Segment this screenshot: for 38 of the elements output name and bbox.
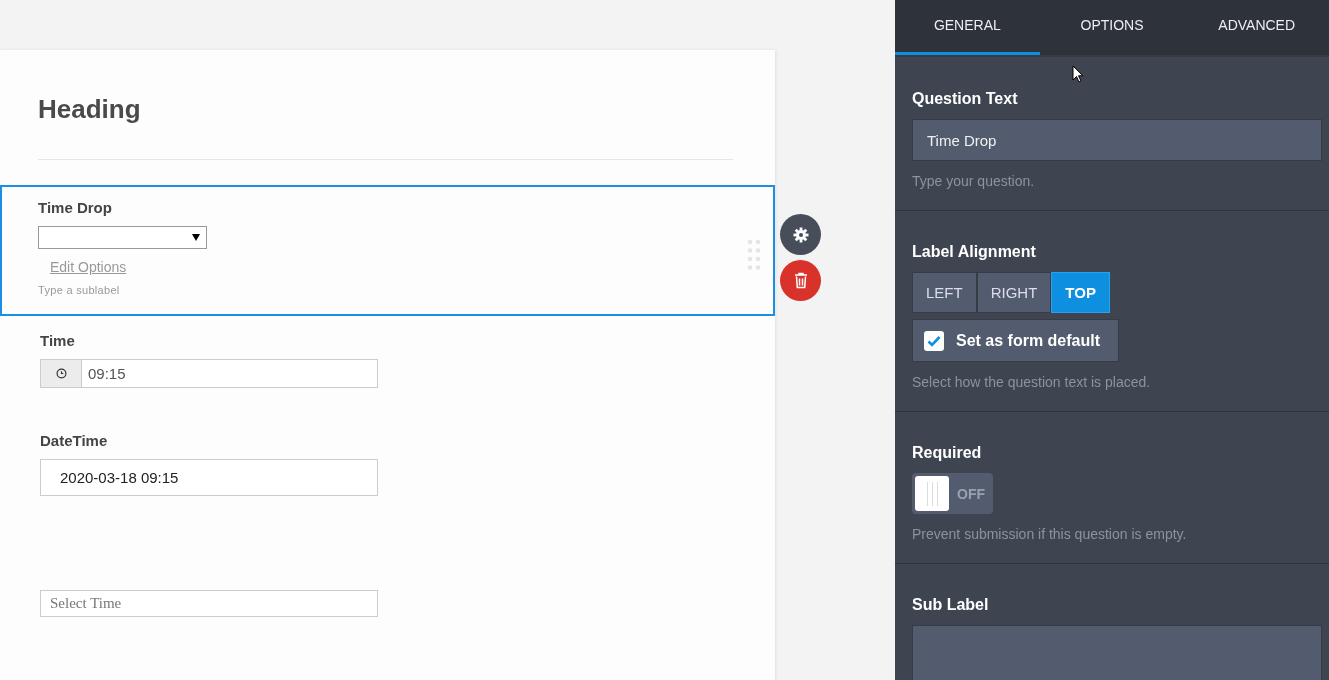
question-text-field[interactable]: Time Drop — [912, 119, 1322, 161]
form-heading: Heading — [38, 94, 141, 125]
form-field[interactable]: Select Time — [0, 524, 775, 645]
sub-label-field[interactable] — [912, 625, 1322, 680]
drag-handle-icon[interactable] — [747, 239, 761, 271]
trash-icon — [793, 272, 808, 289]
settings-button[interactable] — [780, 214, 821, 255]
checkbox-label: Set as form default — [956, 331, 1101, 350]
datetime-input-field[interactable]: 2020-03-18 09:15 — [40, 459, 378, 496]
section-label: Question Text — [912, 90, 1018, 108]
panel-tab[interactable]: OPTIONS — [1039, 0, 1185, 55]
checkbox-icon[interactable] — [924, 330, 944, 351]
alignment-option[interactable]: LEFT — [912, 272, 977, 313]
sublabel-text: Type a sublabel — [38, 284, 120, 296]
section-label: Label Alignment — [912, 243, 1036, 261]
selected-field-frame[interactable]: Time Drop Edit Options Type a sublabel — [0, 185, 775, 316]
form-field[interactable]: Time 09:15 — [0, 316, 775, 416]
mouse-cursor-icon — [1072, 65, 1084, 83]
time-input-field[interactable]: Select Time — [40, 590, 378, 617]
hint-text: Select how the question text is placed. — [912, 374, 1151, 390]
section-label: Sub Label — [912, 596, 989, 614]
section-label: Required — [912, 444, 982, 462]
field-label: DateTime — [40, 432, 108, 449]
time-field[interactable]: 09:15 — [40, 359, 378, 388]
hint-text: Type your question. — [912, 173, 1035, 189]
panel-tab[interactable]: GENERAL — [895, 0, 1040, 55]
clock-icon — [55, 368, 67, 379]
form-field[interactable]: DateTime 2020-03-18 09:15 — [0, 416, 775, 524]
field-label: Time Drop — [38, 199, 112, 216]
settings-icon — [792, 226, 809, 243]
delete-button[interactable] — [780, 260, 821, 301]
dropdown-field[interactable] — [38, 226, 207, 249]
form-default-checkbox[interactable]: Set as form default — [912, 319, 1120, 362]
hint-text: Prevent submission if this question is empty. — [912, 526, 1187, 542]
dropdown-caret-icon — [192, 234, 200, 241]
alignment-option[interactable]: RIGHT — [976, 272, 1052, 313]
field-label: Time — [40, 332, 75, 349]
panel-tab[interactable]: ADVANCED — [1184, 0, 1329, 55]
